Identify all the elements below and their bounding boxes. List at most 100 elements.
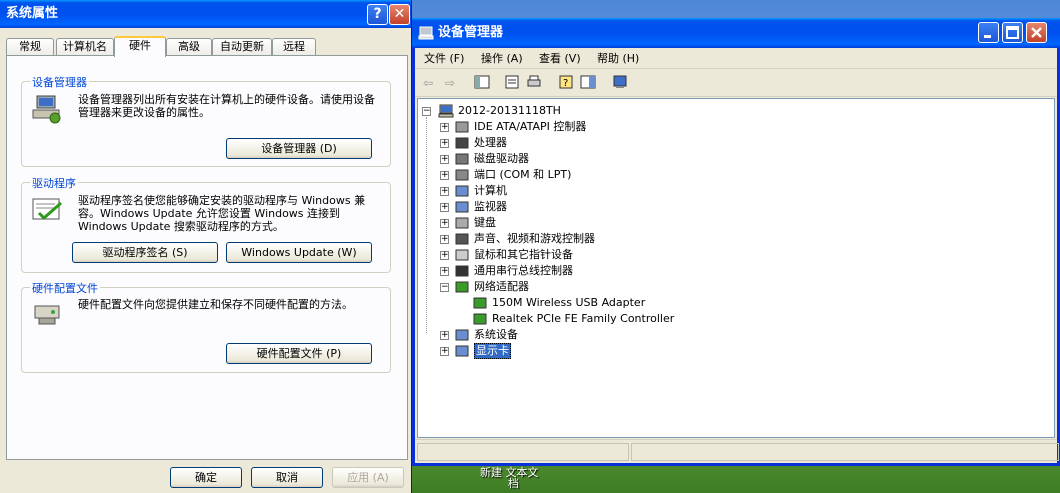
minimize-icon [984,35,991,38]
maximize-icon [1006,26,1019,39]
usb-icon [455,265,469,277]
hardware-profiles-button[interactable]: 硬件配置文件 (P) [226,343,372,364]
apply-button[interactable]: 应用 (A) [332,467,404,488]
tab-computer-name[interactable]: 计算机名 [56,38,114,56]
expand-icon[interactable]: + [440,139,449,148]
group-title: 硬件配置文件 [30,280,100,296]
hardware-profiles-group: 硬件配置文件 硬件配置文件向您提供建立和保存不同硬件配置的方法。 硬件配置文件 … [21,280,391,373]
menu-view[interactable]: 查看 (V) [539,48,581,69]
tab-hardware[interactable]: 硬件 [114,36,166,57]
menu-file[interactable]: 文件 (F) [424,48,464,69]
collapse-icon[interactable]: − [440,283,449,292]
computer-root-icon [438,104,454,118]
window-title: 系统属性 [6,6,59,21]
cancel-button[interactable]: 取消 [251,467,323,488]
expand-icon[interactable]: + [440,155,449,164]
group-description: 设备管理器列出所有安装在计算机上的硬件设备。请使用设备管理器来更改设备的属性。 [78,93,375,119]
device-category-label: 声音、视频和游戏控制器 [474,232,595,245]
expand-icon[interactable]: + [440,235,449,244]
expand-icon[interactable]: + [440,251,449,260]
tree-connector [426,117,427,333]
device-category-label: 通用串行总线控制器 [474,264,573,277]
device-tree: − 2012-20131118TH + IDE ATA/ATAPI 控制器 + 处理器… [417,98,1055,438]
help-button[interactable]: ? [367,4,388,25]
device-category-label: 鼠标和其它指针设备 [474,248,573,261]
ok-button[interactable]: 确定 [170,467,242,488]
network-adapter-icon [455,281,469,293]
processor-icon [455,137,469,149]
display-adapter-icon [455,345,469,357]
help-icon[interactable]: ? [557,74,575,92]
expand-icon[interactable]: + [440,123,449,132]
status-cell [417,443,629,461]
expand-icon[interactable]: + [440,267,449,276]
network-card-icon [473,297,487,309]
expand-icon[interactable]: + [440,187,449,196]
device-manager-title-icon [418,26,434,40]
windows-update-button[interactable]: Windows Update (W) [226,242,372,263]
menu-help[interactable]: 帮助 (H) [597,48,639,69]
collapse-icon[interactable]: − [422,107,431,116]
expand-icon[interactable]: + [440,171,449,180]
device-category-label: 监视器 [474,200,507,213]
computer-name: 2012-20131118TH [458,104,561,117]
device-manager-group: 设备管理器 设备管理器列出所有安装在计算机上的硬件设备。请使用设备管理器来更改设… [21,74,391,167]
computer-icon [455,185,469,197]
properties-icon[interactable] [503,74,521,92]
group-description: 硬件配置文件向您提供建立和保存不同硬件配置的方法。 [78,298,353,311]
device-category-label: 键盘 [474,216,496,229]
system-device-icon [455,329,469,341]
drivers-group: 驱动程序 驱动程序签名使您能够确定安装的驱动程序与 Windows 兼容。Win… [21,175,391,273]
close-button[interactable] [1026,22,1047,43]
system-properties-titlebar[interactable]: 系统属性 ? ✕ [0,0,411,28]
device-category-label: 网络适配器 [474,280,529,293]
tab-advanced[interactable]: 高级 [166,38,212,56]
tab-automatic-updates[interactable]: 自动更新 [212,38,272,56]
device-category-label: 端口 (COM 和 LPT) [474,168,572,181]
back-icon[interactable]: ⇦ [419,74,437,92]
show-pane-icon[interactable] [579,74,597,92]
expand-icon[interactable]: + [440,331,449,340]
network-card-icon [473,313,487,325]
scan-hardware-icon[interactable] [611,74,629,92]
minimize-button[interactable] [978,22,999,43]
status-bar [415,439,1059,463]
group-title: 设备管理器 [30,74,89,90]
device-category-label: 显示卡 [474,343,511,359]
hardware-tab-panel: 设备管理器 设备管理器列出所有安装在计算机上的硬件设备。请使用设备管理器来更改设… [6,55,408,460]
expand-icon[interactable]: + [440,219,449,228]
monitor-icon [455,201,469,213]
svg-text:?: ? [563,78,568,89]
tab-general[interactable]: 常规 [6,38,54,56]
expand-icon[interactable]: + [440,347,449,356]
menu-action[interactable]: 操作 (A) [481,48,523,69]
port-icon [455,169,469,181]
window-title: 设备管理器 [438,25,504,40]
device-label: Realtek PCIe FE Family Controller [492,312,675,325]
toolbar: ⇦ ⇨ ? [415,70,1057,97]
device-manager-window: 设备管理器 文件 (F) 操作 (A) 查看 (V) 帮助 (H) ⇦ ⇨ ? [412,18,1060,466]
device-category-label: 处理器 [474,136,507,149]
driver-signing-button[interactable]: 驱动程序签名 (S) [72,242,218,263]
print-icon[interactable] [525,74,543,92]
tab-remote[interactable]: 远程 [272,38,316,56]
maximize-button[interactable] [1002,22,1023,43]
menu-bar: 文件 (F) 操作 (A) 查看 (V) 帮助 (H) [415,48,1057,69]
console-tree-icon[interactable] [473,74,491,92]
device-manager-titlebar[interactable]: 设备管理器 [412,18,1060,48]
device-manager-button[interactable]: 设备管理器 (D) [226,138,372,159]
status-cell [631,443,1059,461]
forward-icon[interactable]: ⇨ [441,74,459,92]
device-manager-icon [32,95,61,124]
sound-icon [455,233,469,245]
desktop-file-label-line2[interactable]: 档 [508,478,519,490]
close-button[interactable]: ✕ [389,4,410,25]
keyboard-icon [455,217,469,229]
disk-drive-icon [455,153,469,165]
device-label: 150M Wireless USB Adapter [492,296,646,309]
driver-signing-icon [32,198,62,221]
group-title: 驱动程序 [30,175,78,191]
close-icon [1031,27,1042,38]
system-properties-window: 系统属性 ? ✕ 常规 计算机名 硬件 高级 自动更新 远程 设备管理器 设备管… [0,0,412,493]
expand-icon[interactable]: + [440,203,449,212]
